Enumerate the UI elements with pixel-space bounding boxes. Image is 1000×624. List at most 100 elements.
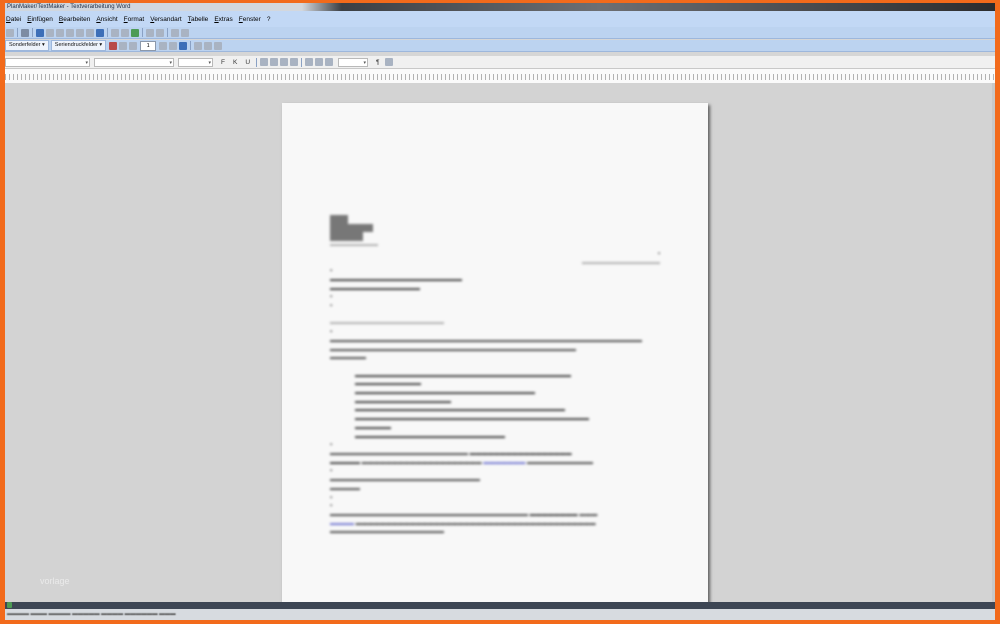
window-title: PlanMaker/TextMaker - Textverarbeitung W… xyxy=(7,4,131,10)
menu-bearbeiten[interactable]: Bearbeiten xyxy=(59,16,90,23)
align-right-icon[interactable] xyxy=(280,58,289,66)
placeholder-line: ▬▬▬▬▬▬▬▬▬▬▬▬▬▬▬▬▬▬▬▬▬▬▬▬▬▬▬▬▬▬▬▬▬▬▬▬▬▬▬ xyxy=(355,416,589,423)
print-icon[interactable] xyxy=(156,28,164,37)
seriendruckfelder-dropdown[interactable]: Seriendruckfelder ▾ xyxy=(50,40,107,51)
redo-icon[interactable] xyxy=(181,28,189,37)
bold-button[interactable]: F xyxy=(221,59,225,66)
sonderfelder-dropdown[interactable]: Sonderfelder ▾ xyxy=(5,40,49,51)
previous-record-icon[interactable] xyxy=(129,41,138,50)
chevron-down-icon: ▾ xyxy=(169,59,172,66)
placeholder-line: ▪ xyxy=(330,303,333,310)
justify-icon[interactable] xyxy=(290,58,299,66)
menu-versandart[interactable]: Versandart xyxy=(150,16,181,23)
placeholder-line: ▪ xyxy=(330,494,333,501)
placeholder-line: ▬▬▬▬▬▬▬▬▬▬▬▬▬▬▬▬▬▬▬▬▬▬▬▬▬▬▬▬▬▬ xyxy=(355,390,535,397)
placeholder-line: ▬▬▬▬▬ xyxy=(330,485,360,492)
cut-icon[interactable] xyxy=(131,28,139,37)
record-number-field[interactable]: 1 xyxy=(140,40,157,51)
placeholder-line: ▬▬▬▬▬▬▬▬▬▬▬ xyxy=(355,381,421,388)
placeholder-line: ▬▬▬▬▬▬▬▬▬▬▬▬▬ xyxy=(582,259,660,266)
blurred-document-body: ▬▬▬▬▬▬▬▬ ▪ ▬▬▬▬▬▬▬▬▬▬▬▬▬ ▪ ▬▬▬▬▬▬▬▬▬▬▬▬▬… xyxy=(330,215,660,537)
indent-icon[interactable] xyxy=(325,58,334,66)
next-record-icon[interactable] xyxy=(159,41,168,50)
line-spacing-combo[interactable]: ▾ xyxy=(338,57,369,67)
document-page[interactable]: ▬▬▬▬▬▬▬▬ ▪ ▬▬▬▬▬▬▬▬▬▬▬▬▬ ▪ ▬▬▬▬▬▬▬▬▬▬▬▬▬… xyxy=(282,103,708,603)
view-icon[interactable] xyxy=(6,28,14,37)
chevron-down-icon: ▾ xyxy=(363,59,367,66)
stop-icon[interactable] xyxy=(66,28,74,37)
check-icon[interactable] xyxy=(179,41,188,50)
menu-ansicht[interactable]: Ansicht xyxy=(96,16,117,23)
chevron-down-icon: ▾ xyxy=(208,59,211,66)
globe-icon[interactable] xyxy=(36,28,44,37)
placeholder-line: ▬▬▬▬▬▬▬▬▬▬▬▬▬▬▬▬▬▬▬▬▬▬▬▬▬ xyxy=(330,477,480,484)
merge-document-icon[interactable] xyxy=(194,41,203,50)
placeholder-line: ▬▬▬▬▬▬▬▬▬▬▬▬▬▬▬▬▬▬▬▬▬▬▬ ▬▬▬▬▬▬▬▬▬▬▬▬▬▬▬▬… xyxy=(330,450,572,457)
placeholder-line: ▬▬▬▬▬▬▬▬▬▬▬▬▬▬▬▬▬▬▬▬▬▬▬▬▬▬▬▬▬▬▬▬▬ ▬▬▬▬▬▬… xyxy=(330,511,598,518)
application-window: PlanMaker/TextMaker - Textverarbeitung W… xyxy=(5,3,995,620)
align-left-icon[interactable] xyxy=(260,58,269,66)
save-icon[interactable] xyxy=(96,28,104,37)
placeholder-line: ▪ xyxy=(330,268,333,275)
placeholder-line: ▬▬▬▬▬▬▬▬▬▬▬▬▬▬▬▬▬▬▬▬▬▬▬▬▬ xyxy=(355,433,505,440)
placeholder-line: ▬▬▬▬ ▬▬▬▬▬▬▬▬▬▬▬▬▬▬▬▬▬▬▬▬▬▬▬▬▬▬▬▬▬▬▬▬▬▬▬… xyxy=(330,520,596,527)
placeholder-line: ▪ xyxy=(330,294,333,301)
menu-einfuegen[interactable]: Einfügen xyxy=(27,16,53,23)
undo-icon[interactable] xyxy=(171,28,179,37)
placeholder-line: ▪ xyxy=(330,329,333,336)
placeholder-line: ▬▬▬▬▬▬▬▬ xyxy=(330,242,378,249)
placeholder-line: ▬▬▬▬▬▬▬▬▬▬▬▬▬▬▬ xyxy=(330,285,420,292)
placeholder-line xyxy=(330,311,660,320)
toolbar-separator xyxy=(301,57,303,67)
horizontal-ruler[interactable] xyxy=(5,69,995,84)
toolbar-separator xyxy=(256,57,258,67)
vertical-scrollbar[interactable] xyxy=(992,83,995,602)
first-record-icon[interactable] xyxy=(119,41,128,50)
toolbar-separator xyxy=(17,28,18,37)
back-icon[interactable] xyxy=(46,28,54,37)
print-preview-icon[interactable] xyxy=(111,28,119,37)
menu-datei[interactable]: Datei xyxy=(6,16,21,23)
menu-help[interactable]: ? xyxy=(267,16,271,23)
forward-icon[interactable] xyxy=(56,28,64,37)
merge-print-icon[interactable] xyxy=(204,41,213,50)
italic-button[interactable]: K xyxy=(233,59,237,66)
title-bar: PlanMaker/TextMaker - Textverarbeitung W… xyxy=(5,3,995,11)
style-combo[interactable]: ▾ xyxy=(5,57,90,67)
font-combo[interactable]: ▾ xyxy=(94,57,174,67)
placeholder-line: ▪ xyxy=(330,442,333,449)
menu-fenster[interactable]: Fenster xyxy=(239,16,261,23)
underline-button[interactable]: U xyxy=(245,59,250,66)
numbered-list-icon[interactable] xyxy=(315,58,324,66)
toolbar-separator xyxy=(32,28,33,37)
placeholder-line: ▪ xyxy=(330,468,333,475)
ruler-ticks xyxy=(5,74,995,80)
menu-extras[interactable]: Extras xyxy=(214,16,232,23)
placeholder-line xyxy=(330,215,660,224)
show-formatting-button[interactable]: ¶ xyxy=(376,59,380,66)
status-text: ▬▬▬▬ ▬▬▬ ▬▬▬▬ ▬▬▬▬▬ ▬▬▬▬ ▬▬▬▬▬▬ ▬▬▬ xyxy=(7,611,176,617)
placeholder-line: ▬▬▬▬▬▬▬▬▬▬▬▬▬▬▬▬▬▬▬ xyxy=(330,320,444,327)
mailmerge-icon[interactable] xyxy=(109,41,118,50)
copy-icon[interactable] xyxy=(121,28,129,37)
home-icon[interactable] xyxy=(86,28,94,37)
menu-tabelle[interactable]: Tabelle xyxy=(188,16,209,23)
refresh-icon[interactable] xyxy=(76,28,84,37)
placeholder-line xyxy=(330,223,660,233)
placeholder-line: ▬▬▬▬▬▬▬▬▬▬▬▬▬▬▬▬▬▬▬▬▬▬ xyxy=(330,276,462,283)
last-record-icon[interactable] xyxy=(169,41,178,50)
font-size-combo[interactable]: ▾ xyxy=(178,57,213,67)
placeholder-line: ▬▬▬▬▬ ▬▬▬▬▬▬▬▬▬▬▬▬▬▬▬▬▬▬▬▬ ▬▬▬▬▬▬▬ ▬▬▬▬▬… xyxy=(330,459,594,466)
placeholder-line: ▬▬▬▬▬▬▬▬▬▬▬▬▬▬▬▬ xyxy=(355,398,451,405)
align-center-icon[interactable] xyxy=(270,58,279,66)
chevron-down-icon: ▾ xyxy=(85,59,88,66)
menu-format[interactable]: Format xyxy=(124,16,145,23)
toolbar-separator xyxy=(167,28,168,37)
document-workspace[interactable]: ▬▬▬▬▬▬▬▬ ▪ ▬▬▬▬▬▬▬▬▬▬▬▬▬ ▪ ▬▬▬▬▬▬▬▬▬▬▬▬▬… xyxy=(5,83,995,603)
text-frame-icon[interactable] xyxy=(384,58,393,66)
new-document-icon[interactable] xyxy=(21,28,29,37)
bullet-list-icon[interactable] xyxy=(305,58,314,66)
merge-options-icon[interactable] xyxy=(214,41,223,50)
placeholder-line: ▬▬▬▬▬▬▬▬▬▬▬▬▬▬▬▬▬▬▬▬▬▬▬▬▬▬▬▬▬▬▬▬▬▬▬▬ xyxy=(355,372,571,379)
paste-icon[interactable] xyxy=(146,28,154,37)
